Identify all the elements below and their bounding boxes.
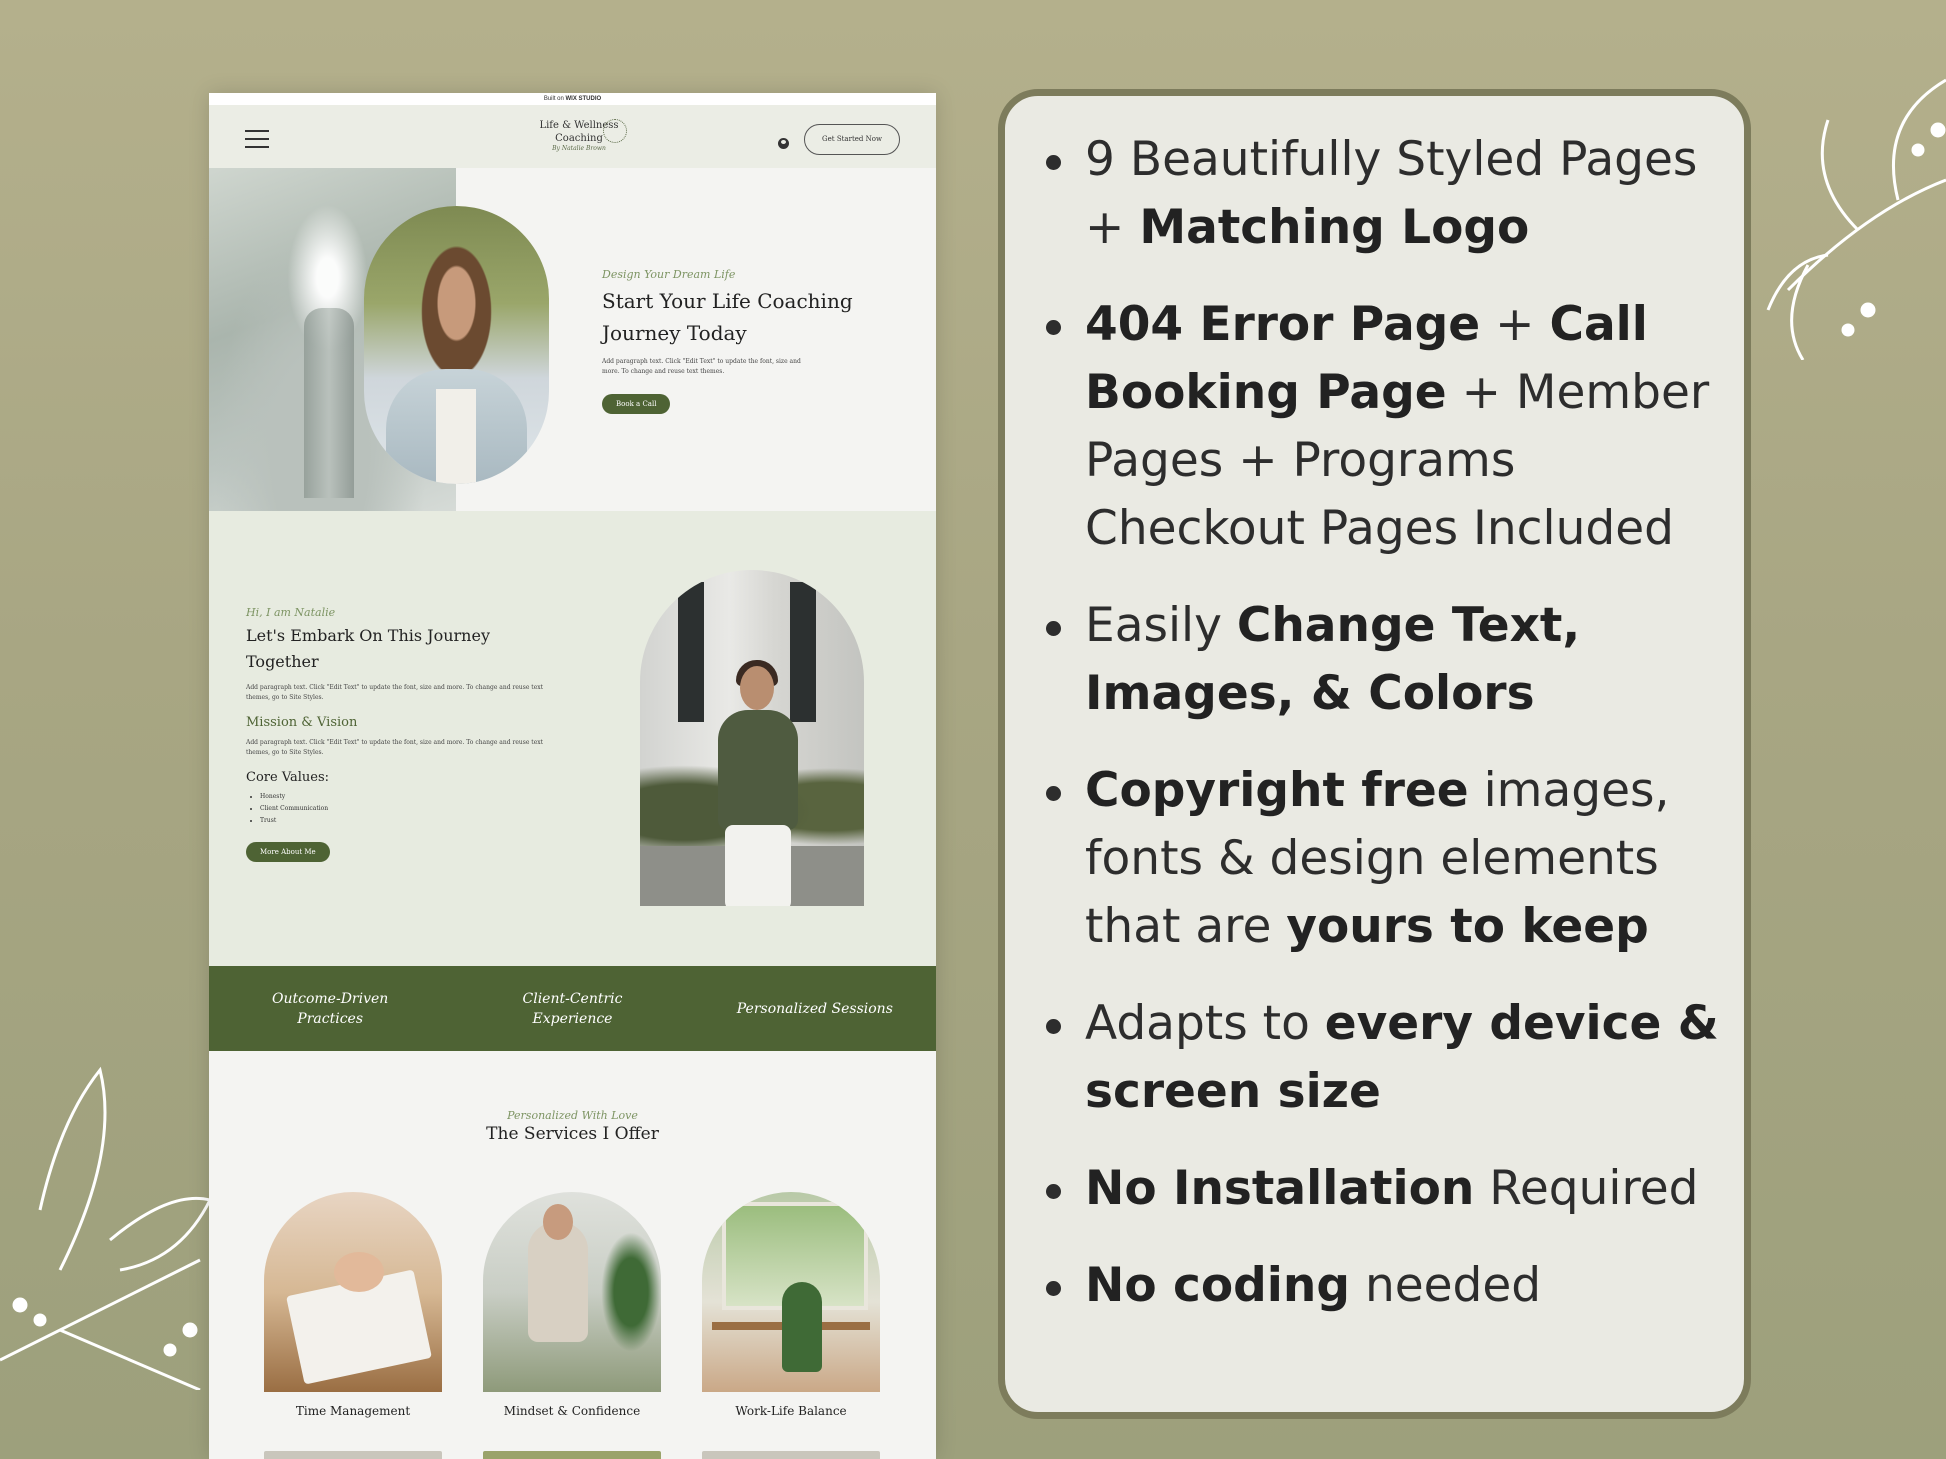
about-title-line-1: Let's Embark On This Journey bbox=[246, 626, 490, 645]
leaf-sprig-bottom-left-icon bbox=[0, 1060, 215, 1390]
feature-text: Matching Logo bbox=[1139, 200, 1530, 255]
about-portrait-image bbox=[640, 570, 864, 906]
service-card-label: Mindset & Confidence bbox=[503, 1404, 641, 1418]
band-item-outcome-driven: Outcome-Driven Practices bbox=[209, 989, 451, 1029]
list-item: Honesty bbox=[260, 791, 556, 803]
service-card-next-row-image bbox=[483, 1451, 661, 1459]
band-item-2-line-2: Experience bbox=[532, 1010, 613, 1027]
band-item-personalized-sessions: Personalized Sessions bbox=[736, 1000, 893, 1017]
feature-text: Required bbox=[1474, 1161, 1699, 1216]
built-on-brand[interactable]: WIX STUDIO bbox=[566, 96, 602, 102]
hero-portrait-image bbox=[364, 206, 549, 484]
service-card-work-life-balance[interactable]: Work-Life Balance bbox=[702, 1192, 880, 1418]
feature-text: yours to keep bbox=[1286, 899, 1649, 954]
about-text-block: Hi, I am Natalie Let's Embark On This Jo… bbox=[246, 606, 556, 862]
hero-text-block: Design Your Dream Life Start Your Life C… bbox=[602, 268, 902, 414]
band-item-1-line-2: Practices bbox=[297, 1010, 364, 1027]
feature-item: 9 Beautifully Styled Pages + Matching Lo… bbox=[1046, 126, 1725, 262]
feature-text: No Installation bbox=[1085, 1161, 1475, 1216]
service-card-image bbox=[702, 1192, 880, 1392]
feature-text: No coding bbox=[1085, 1258, 1350, 1313]
feature-text: Adapts to bbox=[1085, 996, 1325, 1051]
leaf-sprig-top-right-icon bbox=[1748, 60, 1946, 360]
built-on-prefix: Built on bbox=[543, 96, 564, 102]
core-values-heading: Core Values: bbox=[246, 770, 330, 785]
logo-signature: By Natalie Brown bbox=[552, 145, 606, 152]
feature-item: No Installation Required bbox=[1046, 1155, 1725, 1223]
logo-line-1: Life & Wellness bbox=[539, 120, 619, 131]
service-card-label: Time Management bbox=[295, 1404, 411, 1418]
feature-text: Easily bbox=[1085, 598, 1237, 653]
band-item-1-line-1: Outcome-Driven bbox=[272, 990, 389, 1007]
service-card-time-management[interactable]: Time Management bbox=[264, 1192, 442, 1418]
hero-paragraph: Add paragraph text. Click "Edit Text" to… bbox=[602, 358, 801, 375]
feature-item: Copyright free images, fonts & design el… bbox=[1046, 757, 1725, 961]
more-about-me-button[interactable]: More About Me bbox=[246, 842, 330, 862]
feature-item: No coding needed bbox=[1046, 1252, 1725, 1320]
feature-item: Easily Change Text, Images, & Colors bbox=[1046, 592, 1725, 728]
logo-line-2: Coaching bbox=[555, 133, 603, 144]
built-on-bar: Built on WIX STUDIO bbox=[209, 93, 936, 105]
book-a-call-button[interactable]: Book a Call bbox=[602, 394, 671, 414]
features-band: Outcome-Driven Practices Client-Centric … bbox=[209, 966, 936, 1051]
feature-item: Adapts to every device & screen size bbox=[1046, 990, 1725, 1126]
hamburger-menu-icon[interactable] bbox=[245, 130, 269, 148]
band-item-client-centric: Client-Centric Experience bbox=[451, 989, 693, 1029]
hero-script-tagline: Design Your Dream Life bbox=[602, 268, 736, 281]
core-values-list: Honesty Client Communication Trust bbox=[246, 791, 556, 827]
hero-section: Design Your Dream Life Start Your Life C… bbox=[209, 168, 936, 511]
list-item: Client Communication bbox=[260, 803, 556, 815]
band-item-2-line-1: Client-Centric bbox=[522, 990, 623, 1007]
service-card-mindset-confidence[interactable]: Mindset & Confidence bbox=[483, 1192, 661, 1418]
about-paragraph-2: Add paragraph text. Click "Edit Text" to… bbox=[246, 739, 544, 756]
user-account-icon[interactable] bbox=[778, 138, 789, 149]
service-card-next-row-image bbox=[264, 1451, 442, 1459]
feature-text: Copyright free bbox=[1085, 763, 1469, 818]
service-card-label: Work-Life Balance bbox=[735, 1404, 847, 1418]
site-header: Life & Wellness Coaching By Natalie Brow… bbox=[209, 105, 936, 168]
hero-title-line-1: Start Your Life Coaching bbox=[602, 289, 853, 313]
feature-text: needed bbox=[1350, 1258, 1542, 1313]
about-script-greeting: Hi, I am Natalie bbox=[246, 606, 336, 619]
features-list: 9 Beautifully Styled Pages + Matching Lo… bbox=[1046, 126, 1725, 1349]
feature-text: + bbox=[1480, 297, 1550, 352]
feature-item: 404 Error Page + Call Booking Page + Mem… bbox=[1046, 291, 1725, 563]
service-card-image bbox=[264, 1192, 442, 1392]
features-panel: 9 Beautifully Styled Pages + Matching Lo… bbox=[998, 89, 1751, 1419]
service-card-next-row-image bbox=[702, 1451, 880, 1459]
site-logo[interactable]: Life & Wellness Coaching By Natalie Brow… bbox=[509, 119, 649, 152]
services-heading: Personalized With Love The Services I Of… bbox=[209, 1109, 936, 1144]
website-mockup: Built on WIX STUDIO Life & Wellness Coac… bbox=[209, 93, 936, 1459]
hero-title-line-2: Journey Today bbox=[602, 321, 747, 345]
feature-text: 404 Error Page bbox=[1085, 297, 1481, 352]
get-started-button[interactable]: Get Started Now bbox=[804, 124, 900, 155]
mission-heading: Mission & Vision bbox=[246, 715, 358, 730]
about-title-line-2: Together bbox=[246, 652, 319, 671]
logo-ring-icon bbox=[603, 119, 627, 143]
about-paragraph-1: Add paragraph text. Click "Edit Text" to… bbox=[246, 684, 544, 701]
services-section: Personalized With Love The Services I Of… bbox=[209, 1051, 936, 1459]
about-section: Hi, I am Natalie Let's Embark On This Jo… bbox=[209, 511, 936, 966]
services-script-tagline: Personalized With Love bbox=[507, 1109, 638, 1122]
service-card-image bbox=[483, 1192, 661, 1392]
services-title: The Services I Offer bbox=[486, 1124, 659, 1144]
list-item: Trust bbox=[260, 815, 556, 827]
